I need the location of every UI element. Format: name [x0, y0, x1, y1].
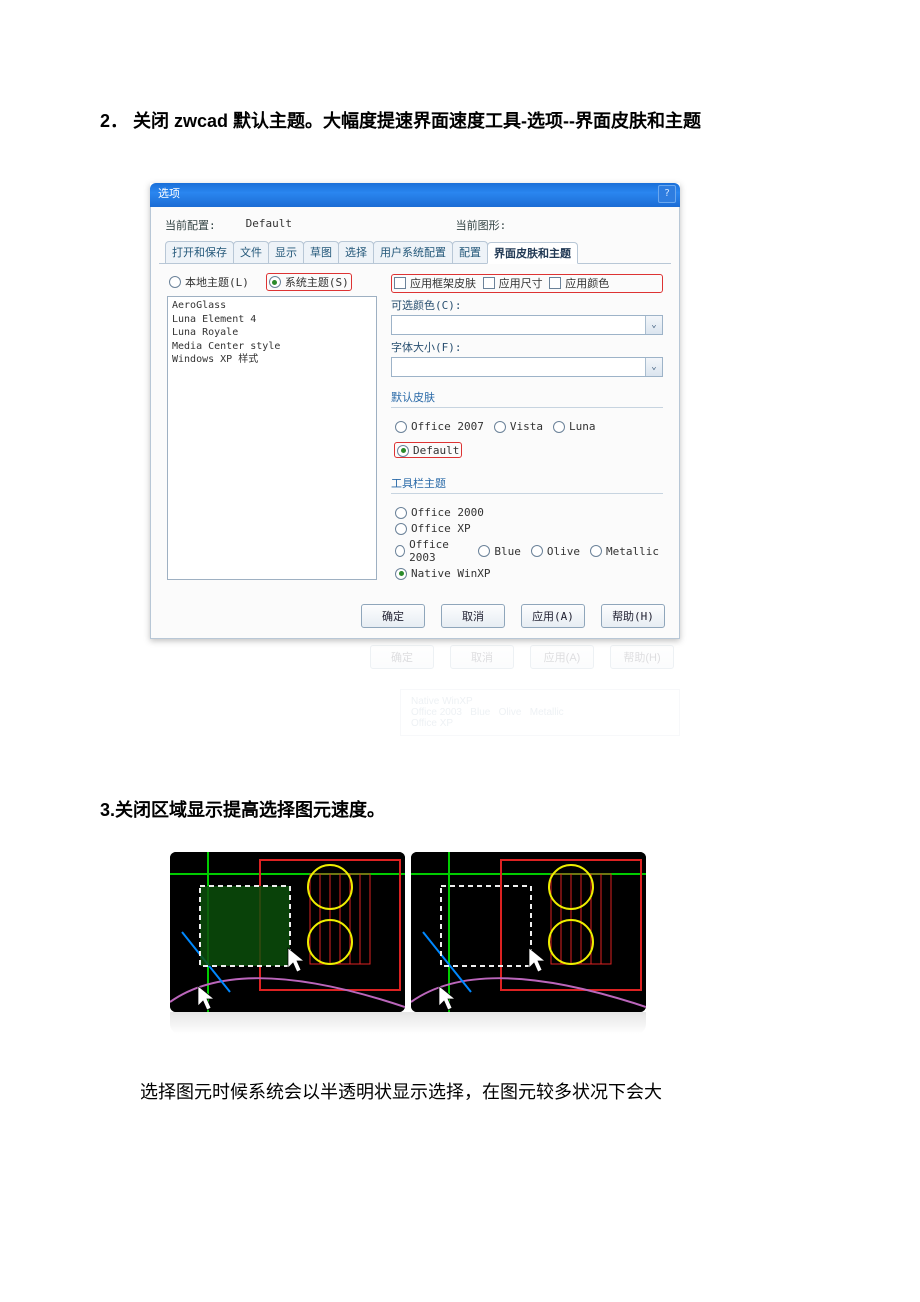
section-3-heading: 3.关闭区域显示提高选择图元速度。 [100, 796, 820, 822]
tab-selection[interactable]: 选择 [338, 241, 374, 263]
checkbox-icon [394, 277, 406, 289]
tab-bar: 打开和保存 文件 显示 草图 选择 用户系统配置 配置 界面皮肤和主题 [159, 241, 671, 264]
radio-tb-native-winxp[interactable]: Native WinXP [395, 567, 659, 580]
dialog-reflection: 确定 取消 应用(A) 帮助(H) Native WinXP Office 20… [150, 639, 680, 736]
radio-skin-default[interactable]: Default [397, 444, 459, 457]
color-combo-label: 可选颜色(C): [391, 297, 663, 313]
cad-comparison-images [170, 852, 820, 1012]
tab-file[interactable]: 文件 [233, 241, 269, 263]
chevron-down-icon[interactable]: ⌄ [645, 316, 662, 334]
chevron-down-icon[interactable]: ⌄ [645, 358, 662, 376]
checkbox-icon [483, 277, 495, 289]
cad-selection-filled [170, 852, 405, 1012]
radio-tb-blue[interactable]: Blue [478, 538, 521, 564]
radio-tb-office2000[interactable]: Office 2000 [395, 506, 659, 519]
list-item[interactable]: Luna Element 4 [172, 313, 372, 327]
radio-tb-metallic[interactable]: Metallic [590, 538, 659, 564]
list-item[interactable]: Windows XP 样式 [172, 353, 372, 367]
profile-value: Default [246, 217, 336, 233]
tab-display[interactable]: 显示 [268, 241, 304, 263]
radio-tb-office2003[interactable]: Office 2003 [395, 538, 468, 564]
radio-skin-vista[interactable]: Vista [494, 420, 543, 433]
check-apply-frame-skin[interactable]: 应用框架皮肤 [394, 275, 476, 291]
ok-button[interactable]: 确定 [361, 604, 425, 628]
list-item[interactable]: Media Center style [172, 340, 372, 354]
checkbox-icon [549, 277, 561, 289]
cad-reflection [170, 1012, 646, 1034]
check-apply-color[interactable]: 应用颜色 [549, 275, 609, 291]
font-combo-label: 字体大小(F): [391, 339, 663, 355]
radio-icon [169, 276, 181, 288]
section-3-paragraph: 选择图元时候系统会以半透明状显示选择，在图元较多状况下会大 [140, 1074, 820, 1110]
section-2-heading: 2． 关闭 zwcad 默认主题。大幅度提速界面速度工具-选项--界面皮肤和主题 [100, 100, 820, 143]
section-2-prefix: 2． [100, 111, 128, 131]
apply-button[interactable]: 应用(A) [521, 604, 585, 628]
color-combo[interactable]: ⌄ [391, 315, 663, 335]
tab-skin-theme[interactable]: 界面皮肤和主题 [487, 242, 578, 264]
tab-user-config[interactable]: 用户系统配置 [373, 241, 453, 263]
drawing-value [536, 217, 626, 233]
toolbar-theme-group: 工具栏主题 [391, 475, 663, 494]
radio-local-theme[interactable]: 本地主题(L) [169, 274, 249, 290]
radio-skin-office2007[interactable]: Office 2007 [395, 420, 484, 433]
section-2-text: 关闭 zwcad 默认主题。大幅度提速界面速度工具-选项--界面皮肤和主题 [133, 111, 701, 131]
radio-skin-luna[interactable]: Luna [553, 420, 596, 433]
list-item[interactable]: AeroGlass [172, 299, 372, 313]
options-dialog: 选项 ? 当前配置: Default 当前图形: 打开和保存 文件 显示 草 [150, 183, 680, 639]
profile-label: 当前配置: [165, 217, 216, 233]
section-3-text: 关闭区域显示提高选择图元速度。 [115, 800, 385, 820]
radio-tb-olive[interactable]: Olive [531, 538, 580, 564]
titlebar-help-button[interactable]: ? [658, 185, 676, 203]
tab-profiles[interactable]: 配置 [452, 241, 488, 263]
radio-system-theme[interactable]: 系统主题(S) [269, 274, 349, 290]
tab-draft[interactable]: 草图 [303, 241, 339, 263]
tab-open-save[interactable]: 打开和保存 [165, 241, 234, 263]
drawing-label: 当前图形: [456, 217, 507, 233]
dialog-titlebar[interactable]: 选项 ? [150, 183, 680, 207]
theme-listbox[interactable]: AeroGlass Luna Element 4 Luna Royale Med… [167, 296, 377, 580]
default-skin-group: 默认皮肤 [391, 389, 663, 408]
check-apply-size[interactable]: 应用尺寸 [483, 275, 543, 291]
help-icon: ? [664, 188, 670, 199]
cancel-button[interactable]: 取消 [441, 604, 505, 628]
dialog-title: 选项 [158, 187, 180, 200]
radio-tb-officexp[interactable]: Office XP [395, 522, 659, 535]
cad-selection-outline [411, 852, 646, 1012]
font-size-combo[interactable]: ⌄ [391, 357, 663, 377]
list-item[interactable]: Luna Royale [172, 326, 372, 340]
section-3-prefix: 3. [100, 800, 115, 820]
help-button[interactable]: 帮助(H) [601, 604, 665, 628]
radio-icon [269, 276, 281, 288]
